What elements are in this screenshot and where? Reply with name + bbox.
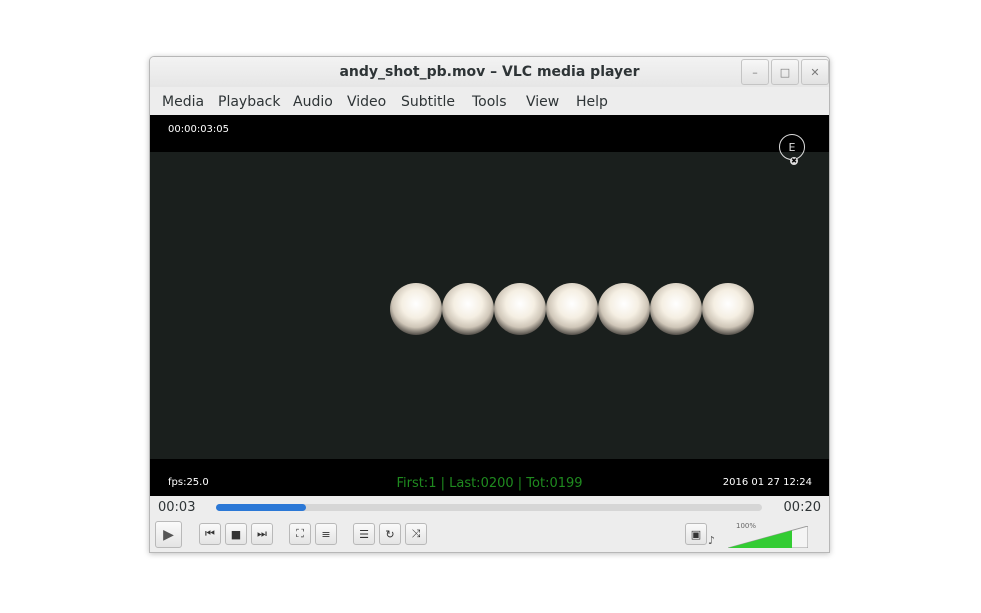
sphere	[598, 283, 650, 335]
window-title: andy_shot_pb.mov – VLC media player	[339, 64, 640, 80]
menu-bar: Media Playback Audio Video Subtitle Tool…	[150, 87, 829, 115]
logo-glyph: E	[788, 141, 796, 154]
previous-button[interactable]: ⏮	[199, 523, 221, 545]
date-overlay: 2016 01 27 12:24	[722, 477, 812, 488]
random-button[interactable]: ⤨	[405, 523, 427, 545]
timecode-overlay: 00:00:03:05	[168, 124, 230, 135]
seek-progress	[216, 504, 307, 511]
fullscreen-button[interactable]: ⛶	[289, 523, 311, 545]
play-icon: ▶	[163, 526, 174, 543]
sphere	[442, 283, 494, 335]
menu-playback[interactable]: Playback	[218, 94, 280, 110]
fullscreen-icon: ⛶	[296, 527, 304, 540]
stop-icon: ■	[230, 527, 242, 541]
seek-bar[interactable]	[216, 504, 762, 511]
vlc-window: andy_shot_pb.mov – VLC media player – □ …	[149, 56, 830, 553]
video-area[interactable]: 00:00:03:05 E ✖ fps:25.0 First:1 | Last:…	[150, 115, 829, 496]
elapsed-time[interactable]: 00:03	[158, 500, 195, 515]
close-button[interactable]: ✕	[801, 59, 829, 85]
volume-slider[interactable]	[728, 526, 808, 548]
maximize-button[interactable]: □	[771, 59, 799, 85]
sphere	[494, 283, 546, 335]
total-time[interactable]: 00:20	[784, 500, 821, 515]
snapshot-button[interactable]: ▣	[685, 523, 707, 545]
loop-icon: ↻	[385, 527, 395, 541]
sphere	[702, 283, 754, 335]
sphere	[546, 283, 598, 335]
next-icon: ⏭	[257, 527, 267, 540]
sphere	[390, 283, 442, 335]
playlist-button[interactable]: ☰	[353, 523, 375, 545]
overlay-top-bar: 00:00:03:05	[150, 115, 829, 152]
menu-audio[interactable]: Audio	[293, 94, 333, 110]
previous-icon: ⏮	[205, 527, 215, 540]
menu-help[interactable]: Help	[576, 94, 608, 110]
menu-view[interactable]: View	[526, 94, 559, 110]
seek-row: 00:03 00:20	[150, 496, 829, 520]
stop-button[interactable]: ■	[225, 523, 247, 545]
loop-button[interactable]: ↻	[379, 523, 401, 545]
vlc-logo-icon: E ✖	[779, 134, 805, 165]
sphere	[650, 283, 702, 335]
logo-badge-icon: ✖	[790, 157, 798, 165]
equalizer-icon: ≡	[321, 527, 331, 541]
playlist-icon: ☰	[359, 527, 369, 541]
menu-media[interactable]: Media	[162, 94, 204, 110]
menu-tools[interactable]: Tools	[472, 94, 507, 110]
play-button[interactable]: ▶	[155, 521, 182, 548]
menu-subtitle[interactable]: Subtitle	[401, 94, 455, 110]
extended-settings-button[interactable]: ≡	[315, 523, 337, 545]
overlay-bottom-bar: fps:25.0 First:1 | Last:0200 | Tot:0199 …	[150, 459, 829, 496]
camera-icon: ▣	[690, 527, 702, 541]
control-bar: ▶ ⏮ ■ ⏭ ⛶ ≡ ☰ ↻ ⤨ ▣ ♪ 100%	[150, 520, 829, 552]
menu-video[interactable]: Video	[347, 94, 386, 110]
shuffle-icon: ⤨	[411, 527, 421, 540]
next-button[interactable]: ⏭	[251, 523, 273, 545]
minimize-button[interactable]: –	[741, 59, 769, 85]
title-bar[interactable]: andy_shot_pb.mov – VLC media player – □ …	[150, 57, 829, 87]
speaker-icon[interactable]: ♪	[708, 534, 715, 547]
